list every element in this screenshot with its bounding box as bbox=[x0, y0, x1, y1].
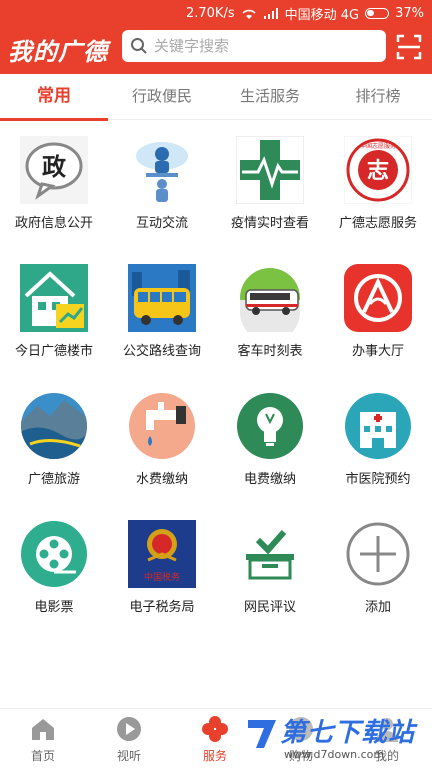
service-label: 电影票 bbox=[34, 600, 74, 615]
service-interaction[interactable]: 互动交流 bbox=[108, 136, 216, 236]
watermark-logo-icon bbox=[248, 720, 276, 748]
svg-text:中国税务: 中国税务 bbox=[144, 571, 180, 583]
service-label: 办事大厅 bbox=[351, 344, 404, 359]
service-government-info[interactable]: 政 政府信息公开 bbox=[0, 136, 108, 236]
service-electricity-bill[interactable]: 电费缴纳 bbox=[216, 392, 324, 492]
service-real-estate[interactable]: 今日广德楼市 bbox=[0, 264, 108, 364]
battery-percent: 37% bbox=[395, 6, 424, 21]
service-bus-route[interactable]: 公交路线查询 bbox=[108, 264, 216, 364]
real-estate-icon bbox=[20, 264, 88, 332]
service-movie-ticket[interactable]: 电影票 bbox=[0, 520, 108, 620]
service-label: 水费缴纳 bbox=[135, 472, 188, 487]
service-clover-icon bbox=[202, 716, 228, 742]
service-label: 电费缴纳 bbox=[243, 472, 296, 487]
watermark-title: 第七下载站 bbox=[280, 718, 416, 748]
film-reel-icon bbox=[21, 521, 87, 587]
category-tabs: 常用 行政便民 生活服务 排行榜 bbox=[0, 74, 432, 121]
nav-home[interactable]: 首页 bbox=[0, 715, 86, 767]
volunteer-emblem-icon: 志 中国志愿服务 bbox=[344, 136, 412, 204]
search-box[interactable] bbox=[122, 30, 386, 62]
service-coach-schedule[interactable]: 客车时刻表 bbox=[216, 264, 324, 364]
service-label: 电子税务局 bbox=[129, 600, 195, 615]
service-label: 市医院预约 bbox=[345, 472, 411, 487]
service-epidemic[interactable]: 疫情实时查看 bbox=[216, 136, 324, 236]
tab-administration[interactable]: 行政便民 bbox=[108, 74, 216, 120]
service-hall-icon bbox=[344, 264, 412, 332]
tab-common[interactable]: 常用 bbox=[0, 74, 108, 121]
epidemic-cross-icon bbox=[236, 136, 304, 204]
tax-emblem-icon: 中国税务 bbox=[128, 520, 196, 588]
tab-ranking[interactable]: 排行榜 bbox=[324, 74, 432, 120]
app-logo: 我的广德 bbox=[8, 38, 108, 66]
watermark-url: www.d7down.com bbox=[284, 748, 385, 761]
service-e-tax[interactable]: 中国税务 电子税务局 bbox=[108, 520, 216, 620]
carrier-label: 中国移动 4G bbox=[284, 8, 360, 23]
nav-media[interactable]: 视听 bbox=[86, 715, 172, 767]
svg-text:政: 政 bbox=[42, 153, 66, 181]
water-tap-icon bbox=[129, 393, 195, 459]
battery-icon bbox=[365, 8, 390, 19]
service-public-review[interactable]: 网民评议 bbox=[216, 520, 324, 620]
search-icon bbox=[131, 38, 147, 54]
interaction-icon bbox=[128, 136, 196, 204]
svg-text:志: 志 bbox=[367, 159, 389, 184]
network-speed: 2.70K/s bbox=[185, 6, 235, 21]
coach-icon bbox=[240, 268, 300, 332]
lightbulb-icon bbox=[237, 393, 303, 459]
home-icon bbox=[32, 719, 54, 740]
tab-life-services[interactable]: 生活服务 bbox=[216, 74, 324, 120]
svg-text:中国志愿服务: 中国志愿服务 bbox=[360, 142, 396, 150]
service-add[interactable]: 添加 bbox=[324, 520, 432, 620]
add-icon bbox=[346, 522, 410, 586]
service-label: 今日广德楼市 bbox=[14, 344, 93, 359]
service-label: 客车时刻表 bbox=[237, 344, 303, 359]
service-water-bill[interactable]: 水费缴纳 bbox=[108, 392, 216, 492]
service-label: 广德志愿服务 bbox=[338, 216, 417, 231]
service-volunteer[interactable]: 志 中国志愿服务 广德志愿服务 bbox=[324, 136, 432, 236]
service-label: 政府信息公开 bbox=[14, 216, 93, 231]
signal-icon bbox=[263, 7, 278, 19]
service-label: 疫情实时查看 bbox=[230, 216, 309, 231]
service-label: 互动交流 bbox=[135, 216, 188, 231]
service-label: 广德旅游 bbox=[27, 472, 80, 487]
travel-icon bbox=[21, 393, 87, 459]
government-info-icon: 政 bbox=[20, 136, 88, 204]
service-label: 公交路线查询 bbox=[122, 344, 201, 359]
service-hospital-appointment[interactable]: 市医院预约 bbox=[324, 392, 432, 492]
scan-icon[interactable] bbox=[396, 34, 422, 60]
bus-icon bbox=[128, 264, 196, 332]
vote-box-icon bbox=[246, 530, 294, 580]
site-watermark: 第七下载站 www.d7down.com bbox=[244, 712, 430, 768]
service-travel[interactable]: 广德旅游 bbox=[0, 392, 108, 492]
status-bar: 2.70K/s 中国移动 4G 37% bbox=[0, 0, 432, 26]
service-hall[interactable]: 办事大厅 bbox=[324, 264, 432, 364]
service-label: 添加 bbox=[364, 600, 391, 615]
play-icon bbox=[117, 717, 141, 741]
search-input[interactable] bbox=[154, 37, 374, 55]
service-label: 网民评议 bbox=[243, 600, 296, 615]
wifi-icon bbox=[242, 9, 256, 19]
app-bar: 我的广德 bbox=[0, 26, 432, 74]
hospital-icon bbox=[345, 393, 411, 459]
